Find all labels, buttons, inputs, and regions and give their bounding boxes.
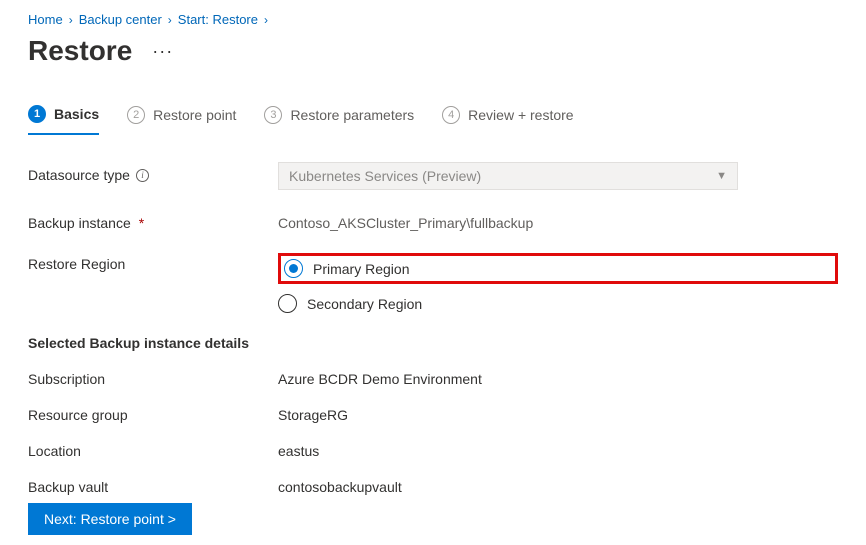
datasource-type-label: Datasource type i: [28, 162, 278, 183]
step-number-icon: 4: [442, 106, 460, 124]
radio-button-icon: [284, 259, 303, 278]
select-value: Kubernetes Services (Preview): [289, 168, 481, 184]
wizard-steps: 1 Basics 2 Restore point 3 Restore param…: [28, 105, 838, 136]
restore-region-radio-group: Primary Region Secondary Region: [278, 251, 838, 313]
datasource-type-select: Kubernetes Services (Preview) ▼: [278, 162, 738, 190]
breadcrumb: Home › Backup center › Start: Restore ›: [28, 10, 838, 27]
step-number-icon: 3: [264, 106, 282, 124]
tab-label: Restore point: [153, 107, 236, 123]
step-number-icon: 1: [28, 105, 46, 123]
more-actions-button[interactable]: ···: [152, 41, 173, 62]
tab-label: Basics: [54, 106, 99, 122]
tab-label: Review + restore: [468, 107, 573, 123]
backup-instance-label: Backup instance*: [28, 210, 278, 231]
tab-review-restore[interactable]: 4 Review + restore: [442, 105, 573, 135]
subscription-value: Azure BCDR Demo Environment: [278, 371, 482, 387]
selected-instance-details-heading: Selected Backup instance details: [28, 335, 838, 351]
info-icon[interactable]: i: [136, 169, 149, 182]
subscription-label: Subscription: [28, 371, 278, 387]
chevron-down-icon: ▼: [716, 170, 727, 182]
chevron-right-icon: ›: [264, 13, 268, 27]
tab-basics[interactable]: 1 Basics: [28, 105, 99, 135]
backup-vault-label: Backup vault: [28, 479, 278, 495]
step-number-icon: 2: [127, 106, 145, 124]
radio-button-icon: [278, 294, 297, 313]
breadcrumb-home[interactable]: Home: [28, 12, 63, 27]
radio-secondary-region[interactable]: Secondary Region: [278, 294, 838, 313]
resource-group-label: Resource group: [28, 407, 278, 423]
tab-label: Restore parameters: [290, 107, 414, 123]
restore-region-label: Restore Region: [28, 251, 278, 272]
chevron-right-icon: ›: [69, 13, 73, 27]
location-value: eastus: [278, 443, 319, 459]
chevron-right-icon: ›: [168, 13, 172, 27]
backup-vault-value: contosobackupvault: [278, 479, 402, 495]
tab-restore-parameters[interactable]: 3 Restore parameters: [264, 105, 414, 135]
breadcrumb-start-restore[interactable]: Start: Restore: [178, 12, 258, 27]
breadcrumb-backup-center[interactable]: Backup center: [79, 12, 162, 27]
next-restore-point-button[interactable]: Next: Restore point >: [28, 503, 192, 535]
highlight-annotation: Primary Region: [278, 253, 838, 284]
radio-label: Primary Region: [313, 261, 409, 277]
tab-restore-point[interactable]: 2 Restore point: [127, 105, 236, 135]
page-title: Restore: [28, 35, 132, 67]
location-label: Location: [28, 443, 278, 459]
radio-label: Secondary Region: [307, 296, 422, 312]
backup-instance-value: Contoso_AKSCluster_Primary\fullbackup: [278, 210, 838, 231]
radio-primary-region[interactable]: Primary Region: [284, 259, 409, 278]
resource-group-value: StorageRG: [278, 407, 348, 423]
